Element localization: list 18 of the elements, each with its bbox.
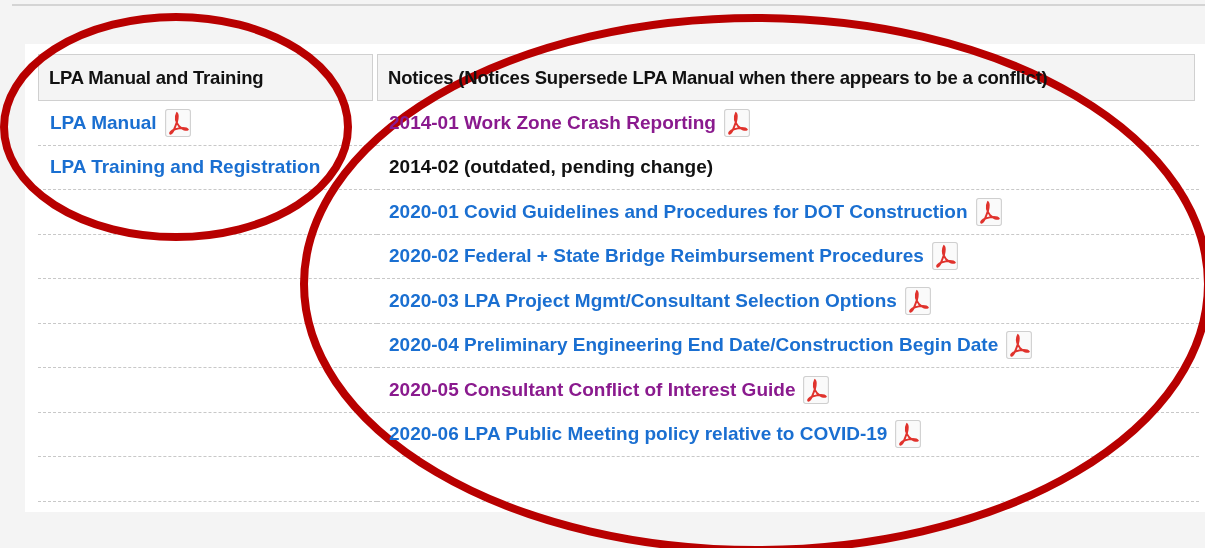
pdf-icon[interactable] <box>164 108 191 137</box>
document-link[interactable]: 2020-06 LPA Public Meeting policy relative to COVID-19 <box>389 423 888 446</box>
document-link[interactable]: 2020-03 LPA Project Mgmt/Consultant Selection Options <box>389 289 897 312</box>
pdf-icon[interactable] <box>931 242 958 271</box>
pdf-icon[interactable] <box>1006 331 1033 360</box>
document-link[interactable]: 2020-04 Preliminary Engineering End Date/Construction Begin Date <box>389 334 999 357</box>
document-link[interactable]: LPA Training and Registration <box>50 156 321 179</box>
document-link[interactable]: 2020-05 Consultant Conflict of Interest Guide <box>389 378 796 401</box>
document-link[interactable]: 2020-02 Federal + State Bridge Reimbursement Procedures <box>389 245 924 268</box>
pdf-icon[interactable] <box>904 286 931 315</box>
pdf-icon[interactable] <box>975 197 1002 226</box>
column-header: LPA Manual and Training <box>49 66 264 89</box>
pdf-icon[interactable] <box>803 375 830 404</box>
document-link[interactable]: LPA Manual <box>50 111 157 134</box>
pdf-icon[interactable] <box>723 108 750 137</box>
document-link[interactable]: 2020-01 Covid Guidelines and Procedures for DOT Construction <box>389 200 968 223</box>
pdf-icon[interactable] <box>895 420 922 449</box>
notice-text: 2014-02 (outdated, pending change) <box>389 156 714 179</box>
